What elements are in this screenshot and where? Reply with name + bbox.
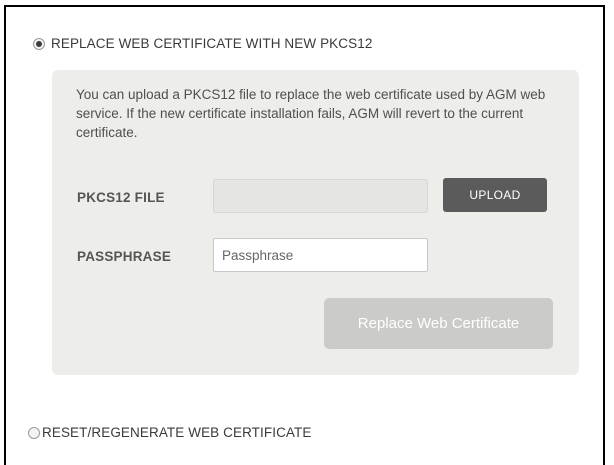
replace-certificate-description: You can upload a PKCS12 file to replace …	[76, 87, 546, 140]
passphrase-input[interactable]	[213, 238, 428, 272]
pkcs12-file-label: PKCS12 FILE	[77, 190, 165, 205]
reset-certificate-label[interactable]: RESET/REGENERATE WEB CERTIFICATE	[42, 425, 311, 440]
replace-certificate-radio[interactable]	[33, 38, 45, 50]
passphrase-label: PASSPHRASE	[77, 249, 172, 264]
reset-certificate-radio[interactable]	[28, 427, 40, 439]
replace-web-certificate-button[interactable]: Replace Web Certificate	[324, 298, 553, 349]
upload-button[interactable]: UPLOAD	[443, 178, 547, 212]
pkcs12-file-field[interactable]	[213, 179, 428, 213]
replace-certificate-label[interactable]: REPLACE WEB CERTIFICATE WITH NEW PKCS12	[51, 36, 372, 51]
